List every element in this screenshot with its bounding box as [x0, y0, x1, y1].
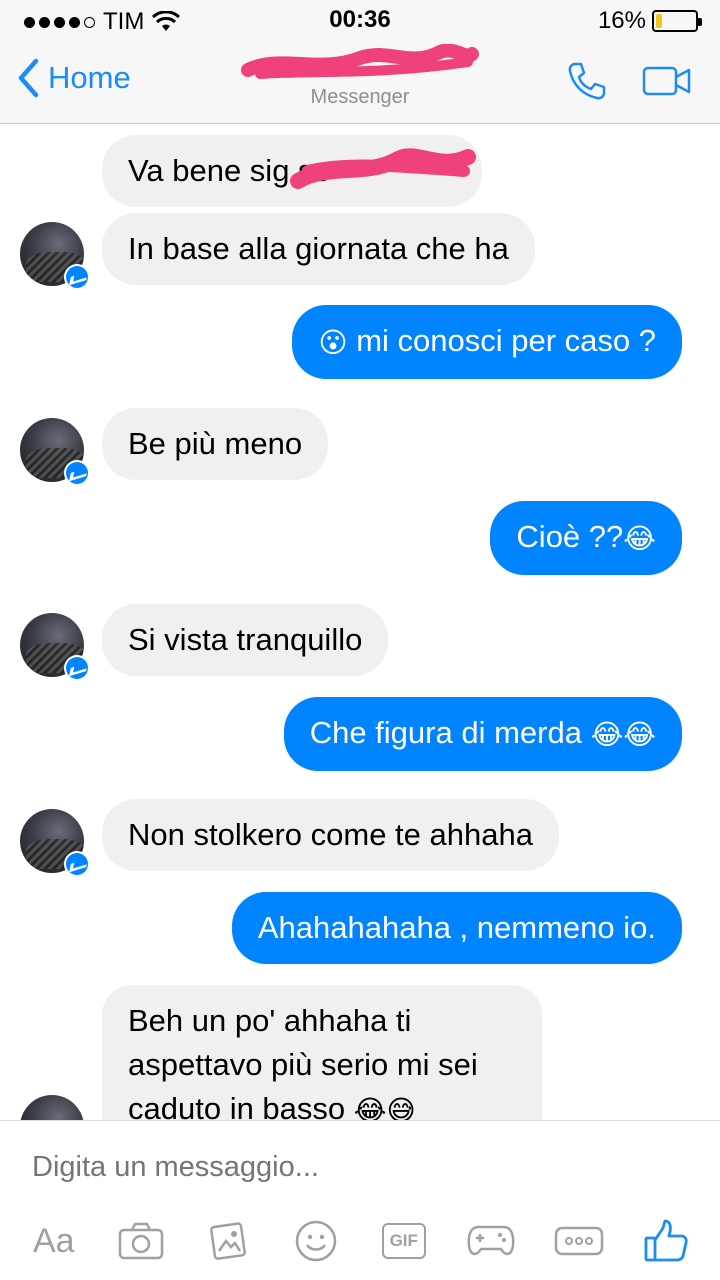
message-text: Ahahahahaha , nemmeno io. [257, 910, 656, 945]
battery-level-fill [656, 14, 663, 28]
message-list[interactable]: Va bene sig so In base alla giornata che… [0, 125, 720, 1120]
camera-icon[interactable] [113, 1215, 169, 1267]
message-bubble-incoming[interactable]: Be più meno [102, 408, 329, 480]
message-text-line: caduto in basso [128, 1091, 346, 1120]
video-camera-icon[interactable] [642, 65, 692, 97]
gif-icon[interactable]: GIF [376, 1215, 432, 1267]
message-bubble-incoming[interactable]: In base alla giornata che ha [102, 213, 535, 285]
message-text: Si vista tranquillo [128, 622, 363, 657]
game-controller-glyph [467, 1225, 515, 1256]
message-text-line: aspettavo più serio mi sei [128, 1047, 478, 1082]
message-input[interactable] [32, 1147, 672, 1187]
message-bubble-incoming[interactable]: Si vista tranquillo [102, 604, 389, 676]
message-text: Che figura di merda [309, 715, 591, 750]
contact-avatar[interactable] [20, 418, 90, 486]
messenger-badge-icon [64, 264, 90, 290]
more-icon[interactable] [551, 1215, 607, 1267]
messenger-badge-icon [64, 851, 90, 877]
message-bubble-outgoing[interactable]: 😮 mi conosci per caso ? [292, 305, 682, 379]
message-text: mi conosci per caso ? [347, 323, 656, 358]
thumbs-up-icon[interactable] [638, 1215, 694, 1267]
message-composer: Aa GIF [0, 1120, 720, 1280]
camera-glyph [119, 1222, 164, 1260]
status-bar: TIM 00:36 16% [0, 0, 720, 40]
tears-of-joy-emoji-icon: 😂😂 [590, 718, 656, 750]
battery-status: 16% [597, 7, 702, 35]
redaction-scribble [290, 148, 476, 189]
battery-percent: 16% [597, 7, 646, 34]
message-bubble-incoming[interactable]: Beh un po' ahhaha ti aspettavo più serio… [102, 985, 542, 1120]
game-controller-icon[interactable] [463, 1215, 519, 1267]
message-bubble-incoming[interactable]: Non stolkero come te ahhaha [102, 799, 559, 871]
gallery-glyph [209, 1222, 246, 1260]
emoji-icon: 😂😅 [353, 1094, 416, 1120]
message-text: Be più meno [128, 426, 303, 461]
smiley-icon[interactable] [288, 1215, 344, 1267]
avatar-photo [20, 1095, 84, 1120]
tears-of-joy-emoji-icon: 😂 [623, 522, 656, 554]
gallery-icon[interactable] [201, 1215, 257, 1267]
message-bubble-outgoing[interactable]: Ahahahahaha , nemmeno io. [231, 892, 682, 964]
message-text: Non stolkero come te ahhaha [128, 817, 533, 852]
message-text: Cioè ?? [516, 519, 624, 554]
battery-icon [652, 10, 702, 32]
message-bubble-outgoing[interactable]: Che figura di merda 😂😂 [283, 697, 682, 771]
smiley-glyph [296, 1220, 337, 1262]
call-actions [566, 60, 692, 102]
text-format-label: Aa [32, 1221, 75, 1260]
thumbs-up-glyph [644, 1219, 688, 1262]
message-bubble-outgoing[interactable]: Cioè ??😂 [490, 501, 682, 575]
conversation-header: Home Messenger [0, 40, 720, 124]
contact-avatar[interactable] [20, 809, 90, 877]
contact-avatar[interactable] [20, 222, 90, 290]
message-text-line: Beh un po' ahhaha ti [128, 1003, 412, 1038]
contact-avatar[interactable] [20, 1095, 86, 1120]
gif-label: GIF [381, 1223, 426, 1259]
phone-icon[interactable] [566, 60, 608, 102]
more-glyph [554, 1226, 603, 1256]
astonished-emoji-icon: 😮 [318, 326, 348, 358]
messenger-badge-icon [64, 460, 90, 486]
message-text: In base alla giornata che ha [128, 231, 509, 266]
messenger-badge-icon [64, 655, 90, 681]
composer-toolbar: Aa GIF [0, 1213, 720, 1269]
redaction-scribble [241, 44, 479, 79]
text-format-icon[interactable]: Aa [26, 1215, 82, 1267]
contact-avatar[interactable] [20, 613, 90, 681]
